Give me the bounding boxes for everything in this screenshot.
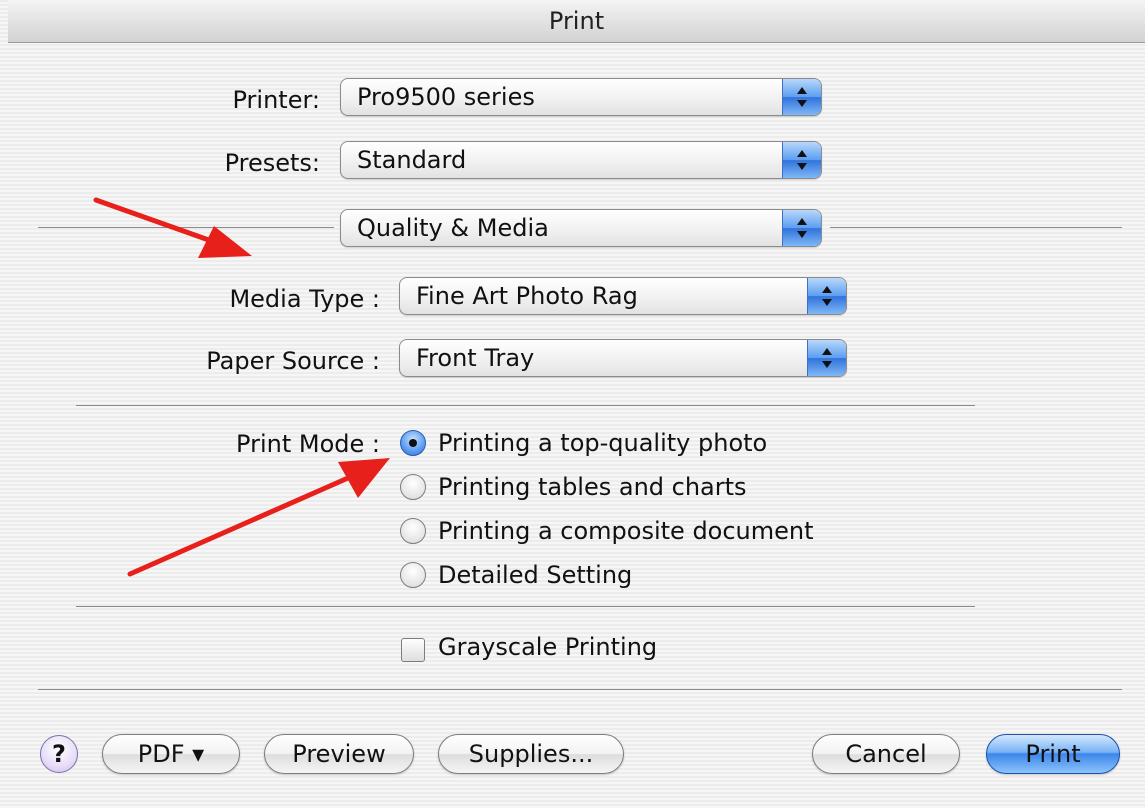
annotation-arrows [93,197,390,577]
red-arrow-icon [127,458,390,577]
red-arrow-icon [93,197,252,258]
